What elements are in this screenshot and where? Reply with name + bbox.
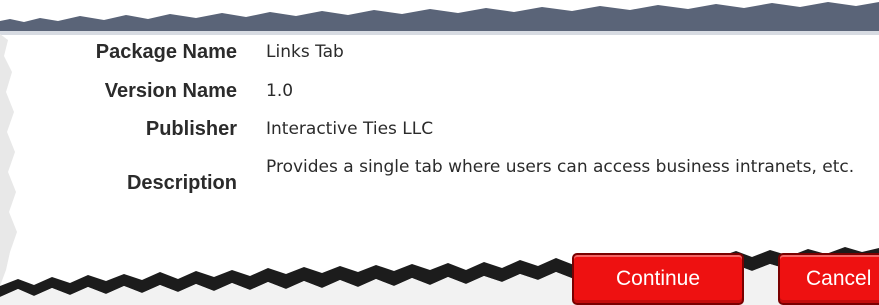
- version-name-value: 1.0: [266, 81, 294, 101]
- publisher-row: Publisher Interactive Ties LLC: [0, 117, 879, 141]
- publisher-label: Publisher: [145, 118, 237, 140]
- continue-button[interactable]: Continue: [572, 253, 744, 305]
- package-install-dialog: Package Name Links Tab Version Name 1.0 …: [0, 0, 879, 305]
- version-name-label: Version Name: [104, 80, 237, 102]
- publisher-value: Interactive Ties LLC: [266, 119, 434, 139]
- package-name-label: Package Name: [95, 41, 237, 63]
- description-label: Description: [126, 172, 237, 194]
- version-name-row: Version Name 1.0: [0, 79, 879, 103]
- package-name-row: Package Name Links Tab: [0, 40, 879, 64]
- package-name-value: Links Tab: [266, 42, 344, 62]
- description-value: Provides a single tab where users can ac…: [266, 157, 855, 177]
- cancel-button[interactable]: Cancel: [778, 253, 879, 305]
